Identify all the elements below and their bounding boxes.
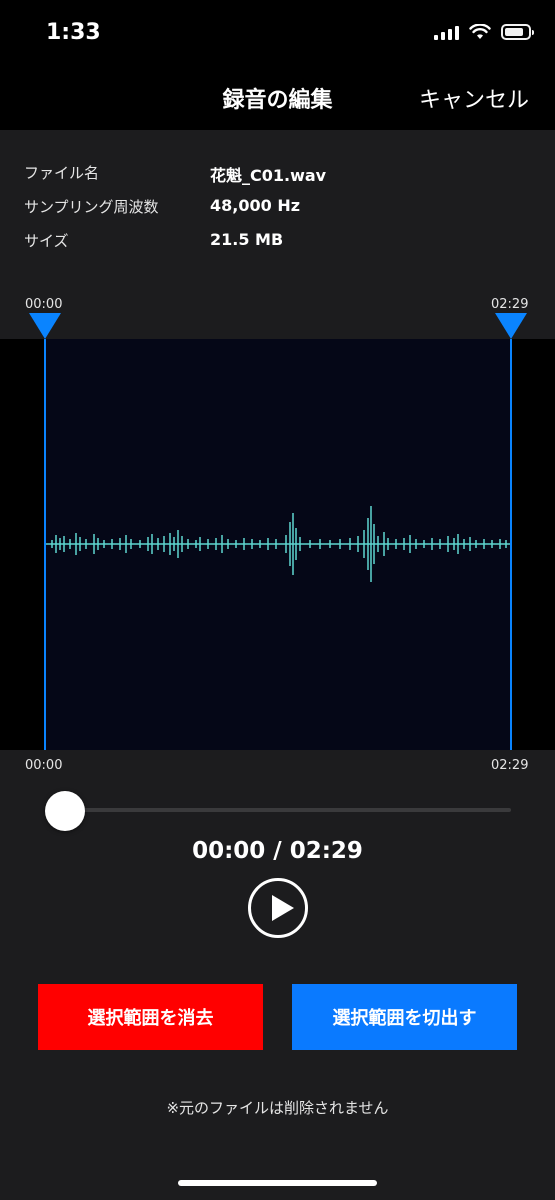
file-info-panel: ファイル名 花魁_C01.wav サンプリング周波数 48,000 Hz サイズ… — [0, 130, 555, 340]
range-start-time-bottom: 00:00 — [25, 758, 63, 773]
play-icon — [272, 895, 294, 921]
info-row-filename: ファイル名 花魁_C01.wav — [24, 162, 326, 186]
waveform — [44, 339, 512, 750]
status-bar: 1:33 — [0, 0, 555, 66]
info-row-sample-rate: サンプリング周波数 48,000 Hz — [24, 196, 300, 217]
info-row-size: サイズ 21.5 MB — [24, 230, 283, 251]
info-label: サイズ — [24, 232, 69, 250]
playback-time: 00:00 / 02:29 — [192, 838, 363, 864]
range-start-time-top: 00:00 — [25, 297, 63, 312]
delete-selection-button[interactable]: 選択範囲を消去 — [38, 984, 263, 1050]
playback-slider-thumb[interactable] — [45, 791, 85, 831]
status-icons — [434, 24, 534, 40]
nav-bar: 録音の編集 キャンセル — [0, 66, 555, 130]
info-label: サンプリング周波数 — [24, 198, 159, 216]
range-end-handle[interactable] — [495, 313, 527, 339]
waveform-area — [0, 339, 555, 750]
range-start-handle[interactable] — [29, 313, 61, 339]
info-label: ファイル名 — [24, 164, 100, 182]
home-indicator — [178, 1180, 377, 1186]
signal-icon — [434, 24, 459, 40]
cut-selection-button[interactable]: 選択範囲を切出す — [292, 984, 517, 1050]
playback-slider-track[interactable] — [46, 808, 511, 812]
info-value: 花魁_C01.wav — [210, 166, 327, 185]
cancel-button[interactable]: キャンセル — [419, 82, 529, 114]
range-end-time-top: 02:29 — [491, 297, 529, 312]
info-value: 48,000 Hz — [210, 196, 301, 215]
info-value: 21.5 MB — [210, 230, 284, 249]
status-time: 1:33 — [46, 20, 101, 45]
range-end-time-bottom: 02:29 — [491, 758, 529, 773]
wifi-icon — [469, 24, 491, 39]
battery-icon — [501, 24, 534, 40]
play-button[interactable] — [248, 878, 308, 938]
footnote: ※元のファイルは削除されません — [166, 1099, 389, 1117]
